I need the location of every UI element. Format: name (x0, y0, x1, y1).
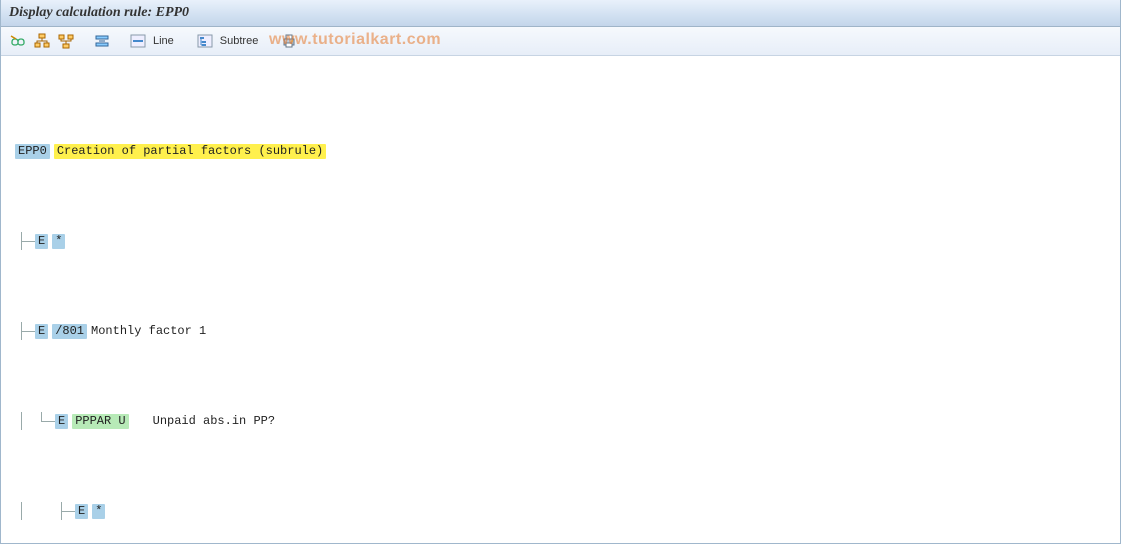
subtree-button[interactable]: Subtree (218, 35, 265, 47)
collapse-icon[interactable] (91, 30, 113, 52)
line-icon[interactable] (127, 30, 149, 52)
wage-type: /801 (52, 324, 87, 339)
node-e: E (75, 504, 88, 519)
hierarchy-down-icon[interactable] (55, 30, 77, 52)
node-desc: Unpaid abs.in PP? (153, 412, 275, 430)
print-icon[interactable] (278, 30, 300, 52)
root-code: EPP0 (15, 144, 50, 159)
node-desc: Monthly factor 1 (87, 322, 206, 340)
toggle-glasses-icon[interactable] (7, 30, 29, 52)
page-title: Display calculation rule: EPP0 (9, 5, 189, 21)
line-button[interactable]: Line (151, 35, 180, 47)
tree-node[interactable]: E /801 Monthly factor 1 (15, 322, 1110, 340)
tree-node[interactable]: E * (15, 232, 1110, 250)
node-star: * (52, 234, 65, 249)
operation: PPPAR U (72, 414, 128, 429)
tree-panel: EPP0 Creation of partial factors (subrul… (1, 56, 1120, 544)
node-e: E (35, 324, 48, 339)
app-window: Display calculation rule: EPP0 Line Subt… (0, 0, 1121, 544)
toolbar: Line Subtree www.tutorialkart.com (1, 27, 1120, 56)
node-e: E (55, 414, 68, 429)
hierarchy-up-icon[interactable] (31, 30, 53, 52)
root-desc: Creation of partial factors (subrule) (54, 144, 326, 159)
node-e: E (35, 234, 48, 249)
tree-node[interactable]: E PPPAR U Unpaid abs.in PP? (15, 412, 1110, 430)
node-star: * (92, 504, 105, 519)
subtree-icon[interactable] (194, 30, 216, 52)
title-bar: Display calculation rule: EPP0 (1, 0, 1120, 27)
tree-root[interactable]: EPP0 Creation of partial factors (subrul… (15, 142, 1110, 160)
tree-node[interactable]: E * (15, 502, 1110, 520)
calculation-rule-tree[interactable]: EPP0 Creation of partial factors (subrul… (15, 70, 1110, 544)
